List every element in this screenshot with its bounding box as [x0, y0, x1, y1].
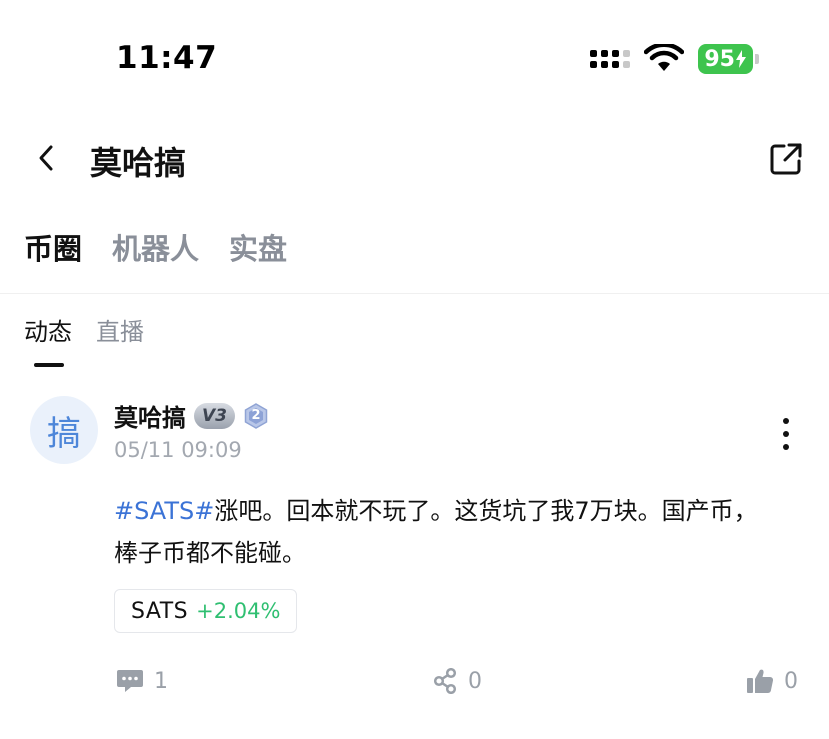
post-time: 05/11 09:09	[114, 438, 242, 462]
vip-badge: V3	[194, 402, 235, 429]
level-badge: 2	[243, 402, 269, 429]
active-tab-indicator	[34, 363, 64, 367]
tab-live-trading[interactable]: 实盘	[229, 226, 287, 268]
author-name[interactable]: 莫哈搞	[114, 398, 186, 433]
more-options-button[interactable]	[779, 418, 793, 450]
coin-change: +2.04%	[196, 599, 281, 623]
tab-crypto-circle[interactable]: 币圈	[24, 226, 82, 268]
tab-robot[interactable]: 机器人	[112, 226, 199, 268]
main-tabs: 币圈 机器人 实盘	[24, 226, 287, 268]
sub-tabs: 动态 直播	[24, 312, 144, 347]
comment-count: 1	[154, 668, 168, 694]
more-dot-icon	[783, 444, 789, 450]
share-post-button[interactable]: 0	[432, 668, 482, 694]
subtab-posts[interactable]: 动态	[24, 312, 72, 347]
more-dot-icon	[783, 418, 789, 424]
share-button[interactable]	[767, 140, 805, 178]
status-icons: 95	[590, 44, 759, 74]
share-count: 0	[468, 668, 482, 694]
status-time: 11:47	[116, 40, 218, 76]
battery-charging-icon: 95	[698, 44, 759, 74]
avatar[interactable]: 搞	[30, 396, 98, 464]
more-dot-icon	[783, 431, 789, 437]
wifi-icon	[644, 44, 685, 71]
hashtag-link[interactable]: #SATS#	[114, 497, 214, 525]
share-nodes-icon	[433, 668, 457, 694]
subtab-live[interactable]: 直播	[96, 312, 144, 347]
battery-level: 95	[704, 46, 735, 72]
level-number: 2	[251, 408, 261, 423]
comment-icon	[117, 670, 143, 692]
chevron-left-icon	[39, 145, 53, 171]
back-button[interactable]	[28, 140, 64, 176]
coin-symbol: SATS	[131, 598, 189, 624]
bolt-icon	[736, 50, 746, 68]
signal-icon	[590, 50, 631, 68]
thumbs-up-icon	[747, 669, 774, 693]
divider	[0, 293, 829, 294]
page-title: 莫哈搞	[90, 144, 187, 182]
share-external-icon	[770, 143, 802, 175]
author-row: 莫哈搞 V3 2	[114, 398, 269, 433]
post-content: #SATS#涨吧。回本就不玩了。这货坑了我7万块。国产币，棒子币都不能碰。	[114, 490, 774, 574]
like-button[interactable]: 0	[746, 668, 798, 694]
coin-tag[interactable]: SATS +2.04%	[114, 589, 298, 633]
comment-button[interactable]: 1	[116, 668, 168, 694]
like-count: 0	[784, 668, 798, 694]
